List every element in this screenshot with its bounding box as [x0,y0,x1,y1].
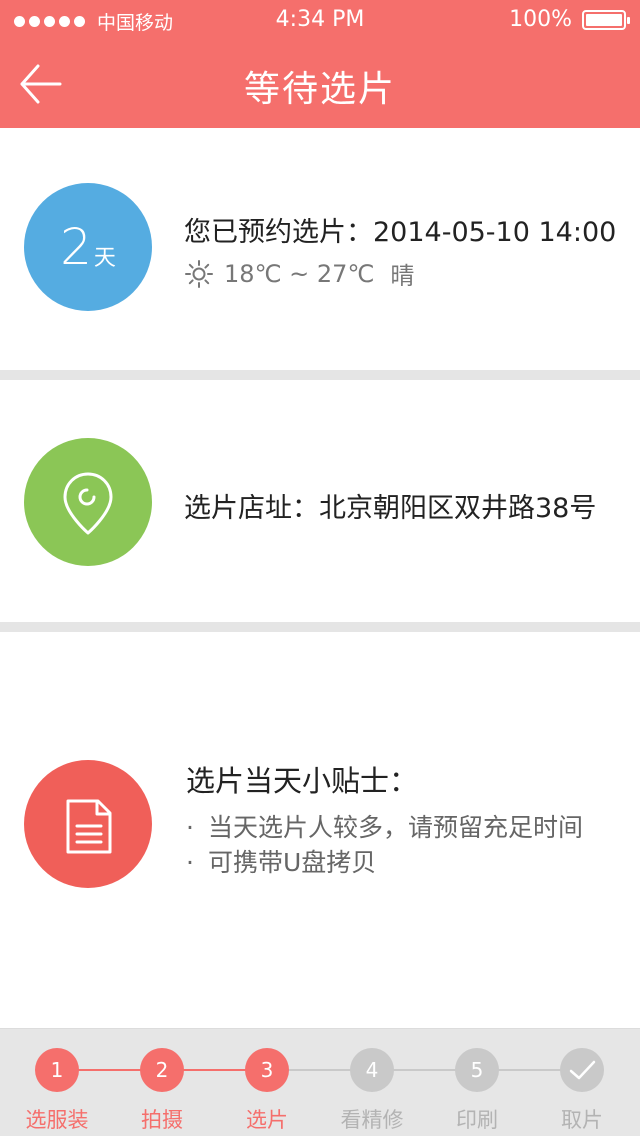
step-label: 看精修 [340,1108,404,1132]
appointment-datetime: 2014-05-10 14:00 [373,217,617,248]
sun-icon [185,259,213,288]
map-pin-icon [63,472,113,535]
tip-text: 当天选片人较多，请预留充足时间 [208,813,584,842]
step-view-retouch[interactable]: 4 看精修 [312,1048,432,1134]
temperature-range: 18℃ ~ 27℃ [224,259,375,288]
nav-bar: 等待选片 [0,40,640,128]
header: 中国移动 4:34 PM 100% 等待选片 [0,0,640,128]
battery-percent: 100% [509,7,572,32]
step-select-photos[interactable]: 3 选片 [207,1048,327,1134]
step-label: 取片 [561,1108,603,1132]
tips-title: 选片当天小贴士： [186,764,419,798]
days-unit: 天 [93,246,116,271]
tip-item: · 可携带U盘拷贝 [186,848,377,877]
location-badge [24,438,152,566]
days-badge: 2 天 [24,183,152,311]
status-right: 100% [509,7,630,32]
step-number: 1 [35,1048,79,1092]
step-number [560,1048,604,1092]
page-title: 等待选片 [243,69,396,110]
progress-steps: 1 选服装 2 拍摄 3 选片 4 看精修 5 印刷 取片 [0,1028,640,1136]
weather-line: 18℃ ~ 27℃ 晴 [184,256,414,291]
step-label: 选片 [246,1108,288,1132]
section-divider [0,370,640,380]
weather-condition: 晴 [390,262,415,290]
appointment-card: 2 天 您已预约选片：2014-05-10 14:00 18℃ ~ 27℃ 晴 [0,128,640,370]
tip-item: · 当天选片人较多，请预留充足时间 [186,813,584,842]
step-label: 选服装 [25,1108,89,1132]
step-shoot[interactable]: 2 拍摄 [102,1048,222,1134]
checkmark-icon [569,1060,596,1080]
address-line: 选片店址：北京朝阳区双井路38号 [184,486,596,525]
tip-text: 可携带U盘拷贝 [208,848,377,877]
step-number: 5 [455,1048,499,1092]
step-number: 3 [245,1048,289,1092]
step-pickup[interactable]: 取片 [522,1048,640,1134]
step-label: 印刷 [456,1108,498,1132]
step-number: 4 [350,1048,394,1092]
tips-badge [24,760,152,888]
address-value: 北京朝阳区双井路38号 [319,493,597,524]
address-card: 选片店址：北京朝阳区双井路38号 [0,380,640,622]
section-divider [0,622,640,632]
step-print[interactable]: 5 印刷 [417,1048,537,1134]
appointment-line: 您已预约选片：2014-05-10 14:00 [184,210,616,249]
document-icon [66,799,112,854]
days-count: 2 [60,218,92,276]
address-label: 选片店址： [184,493,319,524]
step-label: 拍摄 [141,1108,183,1132]
status-bar: 中国移动 4:34 PM 100% [0,0,640,40]
appointment-label: 您已预约选片： [184,217,373,248]
battery-icon [582,9,630,30]
step-number: 2 [140,1048,184,1092]
step-choose-clothes[interactable]: 1 选服装 [0,1048,117,1134]
